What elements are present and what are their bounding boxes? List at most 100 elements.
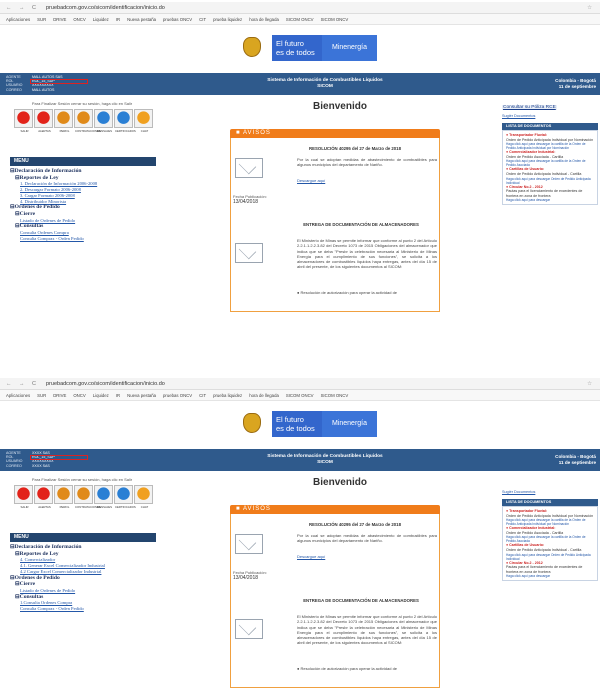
delivery-text: El Ministerio de Minas se permite inform… (297, 238, 437, 270)
bookmark[interactable]: SICOM ONCV (286, 17, 314, 22)
contract-label: CONTRATACIONES (75, 505, 101, 509)
menu-section[interactable]: ⊟Declaración de Información (10, 544, 156, 551)
bookmark[interactable]: CIT (199, 393, 206, 398)
bookmark[interactable]: SUR (37, 393, 46, 398)
bookmark[interactable]: IR (116, 17, 120, 22)
bookmark[interactable]: Liquidez (93, 17, 109, 22)
menu-section[interactable]: ⊟Cierre (10, 581, 156, 588)
label-user: USUARIO (6, 83, 23, 88)
download-link[interactable]: Descargue aquí (297, 554, 325, 559)
bookmark[interactable]: prueba liquidez (213, 393, 242, 398)
bookmark[interactable]: ONCV (73, 17, 85, 22)
bookmark[interactable]: Aplicaciones (6, 393, 30, 398)
bookmark[interactable]: DRIVE (53, 17, 66, 22)
icon-toolbar: SALIR ALERTAS PERFIL CONTRATACIONES MENS… (14, 485, 154, 509)
bookmark[interactable]: Nueva pestaña (127, 17, 156, 22)
chat-icon[interactable]: CHAT (134, 109, 153, 133)
bookmark[interactable]: prueba liquidez (213, 17, 242, 22)
bookmark[interactable]: Nueva pestaña (127, 393, 156, 398)
messages-icon[interactable]: MENSAJES (94, 485, 113, 509)
bookmark-star-icon[interactable]: ☆ (587, 2, 592, 14)
exit-icon[interactable]: SALIR (14, 485, 33, 509)
bookmark[interactable]: SICOM ONCV (286, 393, 314, 398)
bookmark[interactable]: SICOM ONCV (321, 393, 349, 398)
minenergia-logo: Minenergía (322, 35, 377, 61)
date: 11 de septiembre (558, 459, 596, 465)
browser-nav-buttons[interactable]: ← → C (6, 2, 39, 14)
policy-link[interactable]: Consultar su Póliza RCE (502, 105, 557, 110)
address-bar[interactable]: ← → C pruebadcom.gov.co/sicom/identifica… (0, 378, 600, 390)
welcome-title: Bienvenido (313, 101, 367, 112)
bookmark[interactable]: pruebas ONCV (163, 17, 192, 22)
value-mail: XXXX SAS (32, 463, 50, 468)
system-title-line2: SICOM (317, 460, 333, 465)
envelope-icon (235, 243, 263, 263)
menu-section[interactable]: ⊟Ordenes de Pedido (10, 204, 156, 211)
suggest-link[interactable]: Sugiér Documentos (502, 490, 535, 494)
browser-nav-buttons[interactable]: ← → C (6, 378, 39, 390)
contract-icon[interactable]: CONTRATACIONES (74, 109, 101, 133)
location: Colombia - Bogotá (555, 454, 596, 459)
menu-section[interactable]: ⊟Consultas (10, 223, 156, 230)
suggest-link[interactable]: Sugiér Documentos (502, 114, 535, 118)
messages-icon[interactable]: MENSAJES (94, 109, 113, 133)
left-panel: Para Finalizar Sesión cerrar su sesión, … (0, 471, 158, 688)
resolution-text: Por la cual se adoptan medidas de abaste… (297, 533, 437, 544)
avisos-panel[interactable]: RESOLUCIÓN 40295 del 27 de Marzo de 2018… (230, 138, 440, 312)
menu-section[interactable]: ⊟Ordenes de Pedido (10, 575, 156, 582)
chat-icon[interactable]: CHAT (134, 485, 153, 509)
bookmark[interactable]: pruebas ONCV (163, 393, 192, 398)
menu-tree: ⊟Declaración de Información ⊟Reportes de … (10, 544, 156, 612)
profile-icon[interactable]: PERFIL (54, 485, 73, 509)
chat-label: CHAT (140, 129, 149, 133)
bookmark[interactable]: hora de llegada (249, 393, 279, 398)
profile-icon[interactable]: PERFIL (54, 109, 73, 133)
certs-icon[interactable]: CERTIFICADOS (114, 485, 136, 509)
doc-item[interactable]: ● Comercializador Industrial: Orden de Pe… (506, 150, 594, 167)
bookmark[interactable]: ONCV (73, 393, 85, 398)
menu-link[interactable]: Consulta Comprax - Orden Pedido (10, 606, 156, 612)
doc-item[interactable]: ● Cartillas de Usuario: Orden de Pedido A… (506, 543, 594, 560)
menu-section[interactable]: ⊟Declaración de Información (10, 168, 156, 175)
contract-icon[interactable]: CONTRATACIONES (74, 485, 101, 509)
doc-item[interactable]: ● Comercializador Industrial: Orden de Pe… (506, 526, 594, 543)
exit-label: SALIR (20, 505, 29, 509)
avisos-panel[interactable]: RESOLUCIÓN 40295 del 27 de Marzo de 2018… (230, 514, 440, 688)
doc-item[interactable]: ● Circular No.2 - 2012 Pautas para el lic… (506, 185, 594, 203)
doc-item[interactable]: ● Circular No.2 - 2012 Pautas para el lic… (506, 561, 594, 579)
download-link[interactable]: Descargue aquí (297, 178, 325, 183)
bookmark[interactable]: SUR (37, 17, 46, 22)
alert-icon[interactable]: ALERTAS (34, 109, 53, 133)
alert-icon[interactable]: ALERTAS (34, 485, 53, 509)
logout-hint: Para Finalizar Sesión cerrar su sesión, … (31, 477, 133, 482)
bookmark-star-icon[interactable]: ☆ (587, 378, 592, 390)
exit-label: SALIR (20, 129, 29, 133)
menu-link[interactable]: Consulta Comprax - Orden Pedido (10, 236, 156, 242)
menu-section[interactable]: ⊟Reportes de Ley (10, 175, 156, 182)
icon-toolbar: SALIR ALERTAS PERFIL CONTRATACIONES MENS… (14, 109, 154, 133)
bookmark[interactable]: IR (116, 393, 120, 398)
bookmark[interactable]: SICOM ONCV (321, 17, 349, 22)
doc-item[interactable]: ● Cartillas de Usuario: Orden de Pedido A… (506, 167, 594, 184)
doc-item[interactable]: ● Transportador Fluvial: Orden de Pedido … (506, 133, 594, 150)
value-mail: MALL AUTOS (32, 87, 55, 92)
docs-header: LISTA DE DOCUMENTOS (502, 499, 598, 506)
profile-label: PERFIL (59, 505, 70, 509)
menu-section[interactable]: ⊟Reportes de Ley (10, 551, 156, 558)
menu-section[interactable]: ⊟Cierre (10, 211, 156, 218)
bookmark[interactable]: CIT (199, 17, 206, 22)
menu-section[interactable]: ⊟Consultas (10, 594, 156, 601)
doc-item[interactable]: ● Transportador Fluvial: Orden de Pedido … (506, 509, 594, 526)
bookmark[interactable]: Liquidez (93, 393, 109, 398)
bookmark[interactable]: DRIVE (53, 393, 66, 398)
url-field[interactable]: pruebadcom.gov.co/sicom/identificacion/i… (46, 378, 165, 390)
bookmark[interactable]: Aplicaciones (6, 17, 30, 22)
address-bar[interactable]: ← → C pruebadcom.gov.co/sicom/identifica… (0, 2, 600, 14)
main-content: Bienvenido ■ AVISOS RESOLUCIÓN 40295 del… (230, 471, 450, 688)
certs-label: CERTIFICADOS (115, 505, 136, 509)
bookmark[interactable]: hora de llegada (249, 17, 279, 22)
exit-icon[interactable]: SALIR (14, 109, 33, 133)
welcome-title: Bienvenido (313, 477, 367, 488)
certs-icon[interactable]: CERTIFICADOS (114, 109, 136, 133)
url-field[interactable]: pruebadcom.gov.co/sicom/identificacion/i… (46, 2, 165, 14)
